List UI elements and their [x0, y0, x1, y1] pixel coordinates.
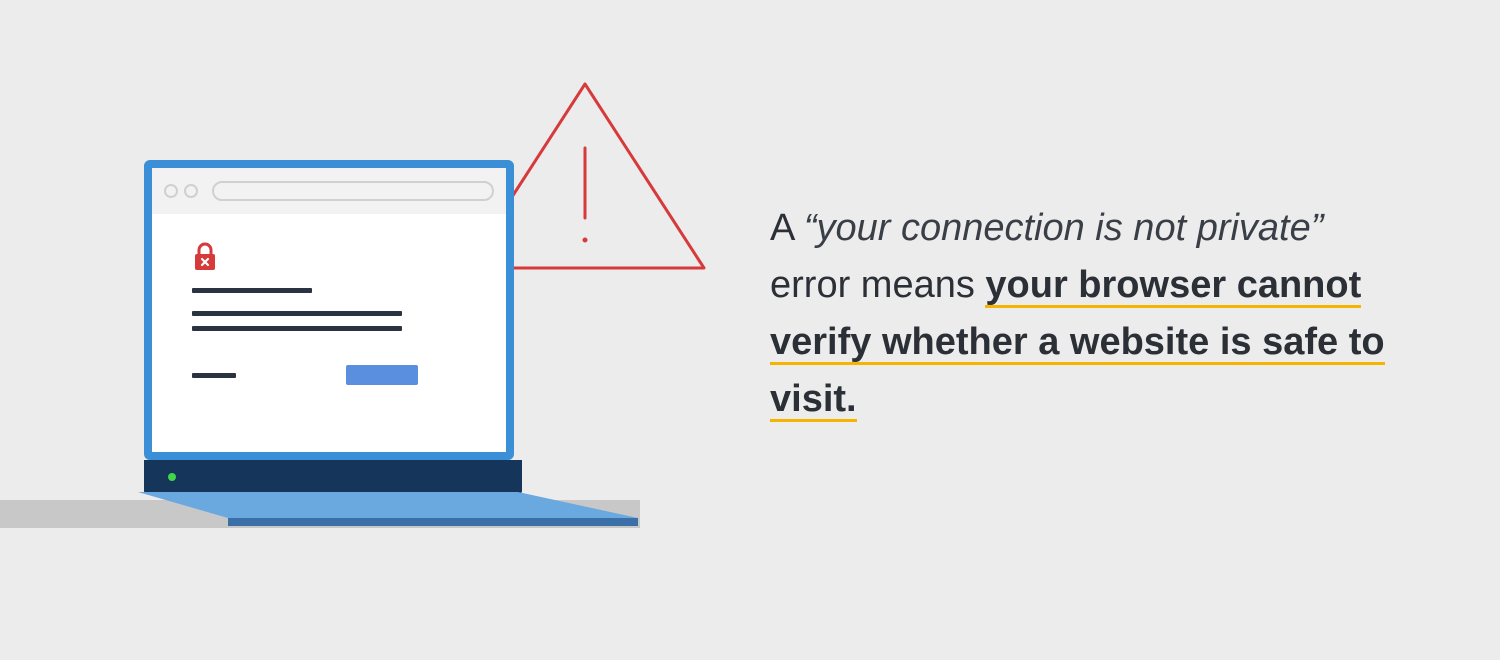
copy-mid: error means — [770, 264, 985, 306]
window-control-dot — [184, 184, 198, 198]
text-line — [192, 311, 402, 316]
window-control-dot — [164, 184, 178, 198]
browser-toolbar — [152, 168, 506, 214]
laptop-hinge — [144, 460, 522, 494]
text-line — [192, 373, 236, 378]
copy-prefix: A — [770, 207, 804, 249]
primary-button — [346, 365, 418, 385]
laptop-screen — [144, 160, 514, 460]
lock-error-icon — [192, 242, 218, 272]
address-bar — [212, 181, 494, 201]
laptop-base — [138, 492, 620, 537]
text-line — [192, 288, 312, 293]
copy-quoted: “your connection is not private” — [804, 207, 1324, 249]
text-line — [192, 326, 402, 331]
laptop-illustration — [140, 160, 620, 537]
explanation-text: A “your connection is not private” error… — [770, 200, 1410, 428]
infographic-canvas: A “your connection is not private” error… — [0, 0, 1500, 660]
browser-page — [152, 214, 506, 405]
power-led-icon — [168, 473, 176, 481]
